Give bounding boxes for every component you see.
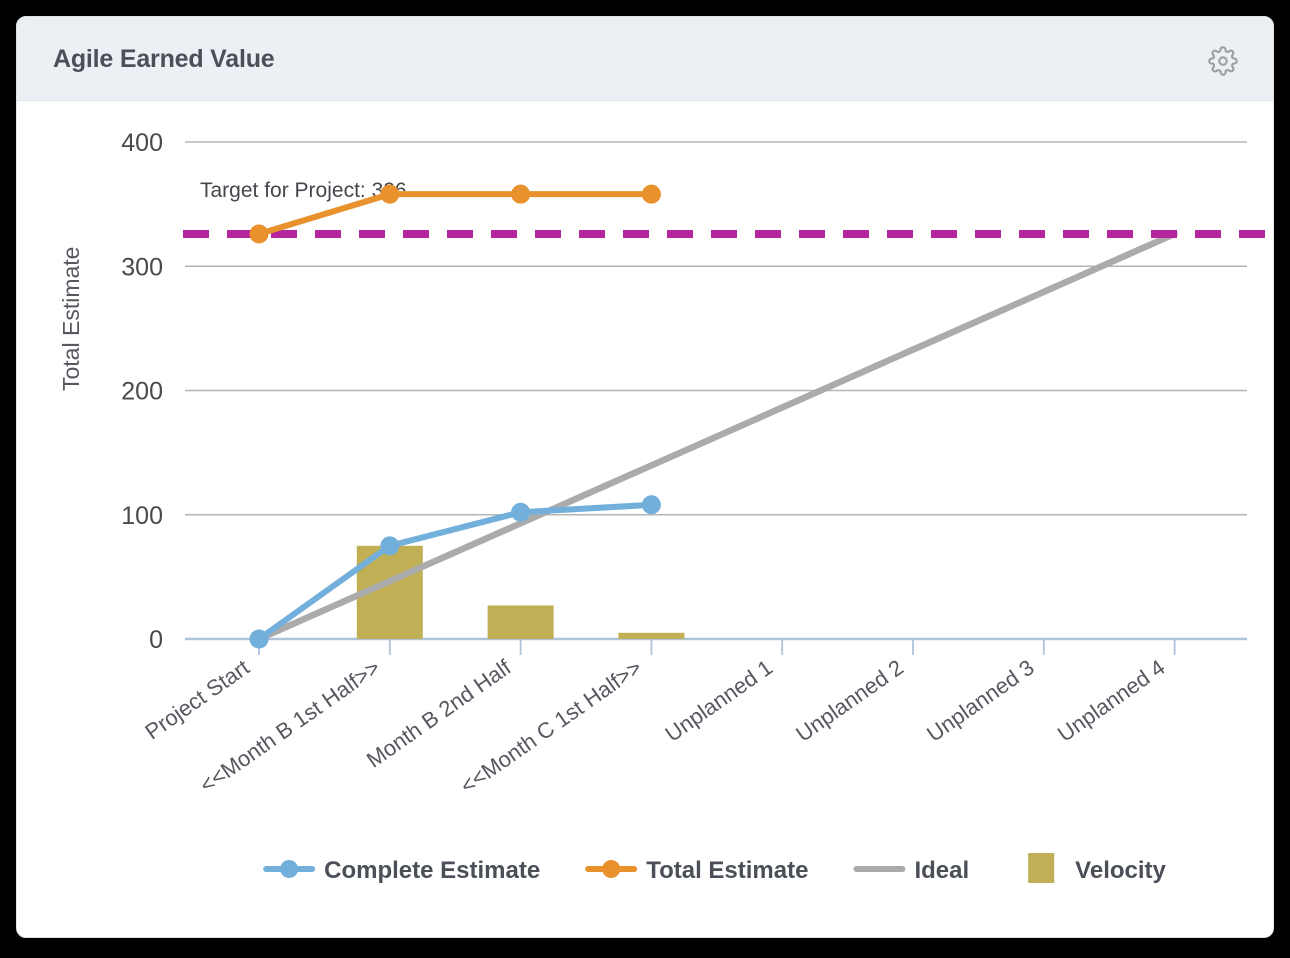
legend-item[interactable]: Ideal — [853, 857, 969, 884]
card-header: Agile Earned Value — [17, 17, 1273, 101]
y-axis-tick-label: 0 — [149, 626, 163, 654]
x-axis-ticks — [258, 639, 1176, 655]
ideal-line-path — [255, 230, 1178, 643]
legend-label: Complete Estimate — [324, 857, 540, 884]
data-point[interactable] — [380, 536, 400, 556]
y-axis-tick-label: 200 — [121, 378, 163, 406]
y-axis-title: Total Estimate — [58, 247, 84, 391]
gear-icon[interactable] — [1203, 41, 1243, 81]
legend-label: Total Estimate — [646, 857, 808, 884]
data-point[interactable] — [511, 184, 531, 204]
agile-earned-value-chart: 0100200300400 Total Estimate Target for … — [58, 129, 1271, 884]
velocity-bar — [618, 632, 685, 639]
data-point[interactable] — [249, 224, 269, 244]
data-point[interactable] — [641, 495, 661, 515]
velocity-bar — [487, 605, 554, 639]
chart-canvas: 0 100 200 300 400 Total Estimate Target for … — [17, 101, 1273, 937]
agile-earned-value-card: Agile Earned Value 0 100 200 300 400 Total E… — [16, 16, 1274, 938]
legend-marker-dot — [280, 860, 299, 878]
legend-swatch — [1028, 853, 1055, 883]
series-path — [256, 501, 655, 642]
y-axis-tick-label: 300 — [121, 253, 163, 281]
y-axis-tick-label: 400 — [121, 129, 163, 157]
legend-item[interactable]: Total Estimate — [585, 857, 808, 884]
x-axis-tick-label: Unplanned 4 — [1053, 655, 1170, 747]
data-point[interactable] — [249, 629, 269, 649]
x-axis-tick-label: Unplanned 2 — [791, 655, 908, 747]
series-ideal — [255, 230, 1178, 643]
velocity-bars — [356, 545, 685, 639]
x-axis-tick-labels: Project Start<<Month B 1st Half>>Month B… — [140, 654, 1169, 798]
y-axis-tick-label: 100 — [121, 502, 163, 530]
legend-item[interactable]: Velocity — [1028, 853, 1167, 884]
y-axis-tick-labels: 0 100 200 300 400 — [121, 129, 163, 654]
x-axis-tick-label: Project Start — [140, 655, 253, 745]
x-axis-tick-label: Unplanned 3 — [922, 655, 1039, 747]
series-complete-estimate — [249, 495, 661, 649]
data-point[interactable] — [641, 184, 661, 204]
legend-marker-dot — [602, 860, 621, 878]
legend-label: Velocity — [1075, 857, 1166, 884]
legend-item[interactable]: Complete Estimate — [263, 857, 540, 884]
data-point[interactable] — [511, 502, 531, 522]
data-point[interactable] — [380, 184, 400, 204]
x-axis-tick-label: Unplanned 1 — [661, 655, 778, 747]
gridlines — [185, 141, 1247, 641]
page-title: Agile Earned Value — [53, 45, 275, 73]
legend-label: Ideal — [914, 857, 969, 884]
chart-legend: Complete Estimate Total Estimate Ideal Velo… — [263, 853, 1167, 884]
